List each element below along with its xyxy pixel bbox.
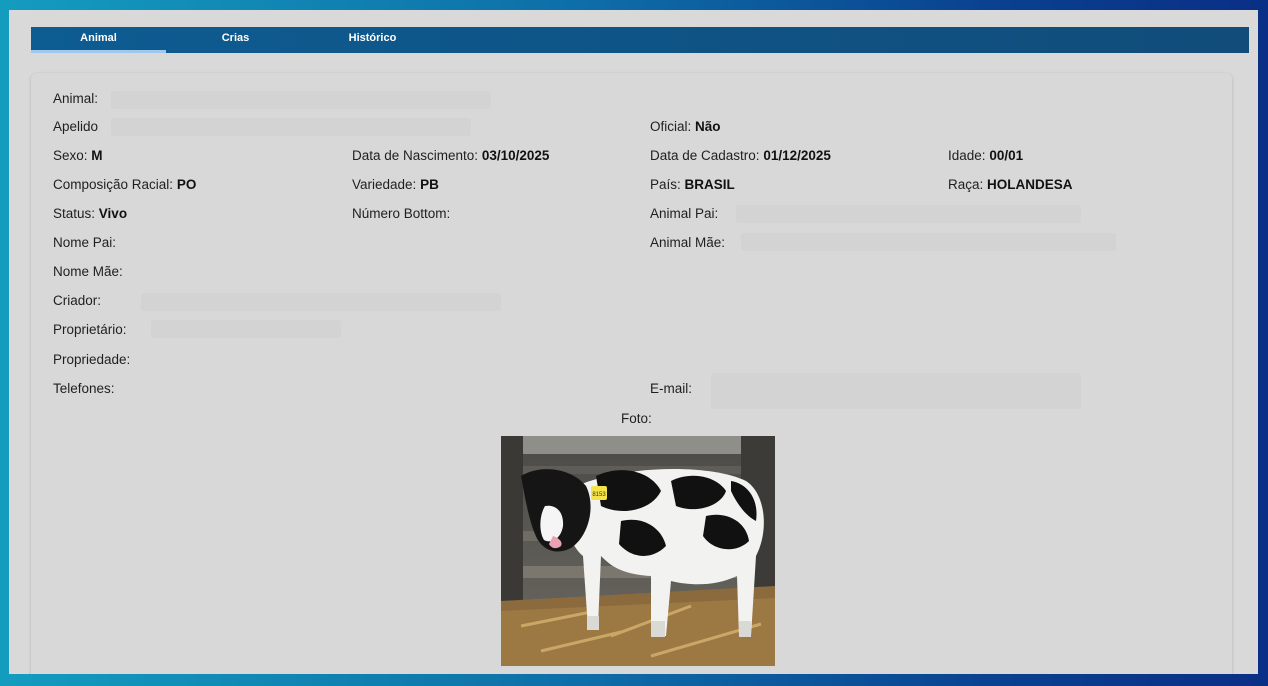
redacted-block: [151, 320, 341, 338]
field-apelido: Apelido: [53, 119, 99, 134]
field-nome-mae: Nome Mãe:: [53, 264, 123, 279]
field-pais: País: BRASIL: [650, 177, 735, 192]
field-nome-pai: Nome Pai:: [53, 235, 117, 250]
field-sexo: Sexo: M: [53, 148, 103, 163]
ear-tag-text: 8153: [592, 492, 606, 498]
field-data-cadastro: Data de Cadastro: 01/12/2025: [650, 148, 831, 163]
redacted-block: [111, 118, 471, 136]
redacted-block: [711, 373, 1081, 409]
redacted-block: [111, 91, 491, 109]
field-proprietario: Proprietário:: [53, 322, 127, 337]
redacted-block: [736, 205, 1081, 223]
tab-bar: Animal Crias Histórico: [31, 27, 1249, 53]
field-data-nascimento: Data de Nascimento: 03/10/2025: [352, 148, 550, 163]
field-animal-mae: Animal Mãe:: [650, 235, 726, 250]
app-window: Animal Crias Histórico Animal: Apelido O…: [9, 10, 1258, 674]
field-propriedade: Propriedade:: [53, 352, 131, 367]
field-animal-pai: Animal Pai:: [650, 206, 719, 221]
field-raca: Raça: HOLANDESA: [948, 177, 1073, 192]
animal-details-panel: Animal: Apelido Oficial: Não Sexo: M Dat…: [31, 73, 1232, 674]
field-oficial: Oficial: Não: [650, 119, 721, 134]
tab-animal[interactable]: Animal: [31, 27, 166, 53]
field-idade: Idade: 00/01: [948, 148, 1024, 163]
field-numero-bottom: Número Bottom:: [352, 206, 451, 221]
animal-photo[interactable]: 8153: [501, 436, 775, 666]
calf-photo-illustration: 8153: [501, 436, 775, 666]
field-variedade: Variedade: PB: [352, 177, 439, 192]
field-telefones: Telefones:: [53, 381, 115, 396]
redacted-block: [141, 293, 501, 311]
field-email: E-mail:: [650, 381, 693, 396]
redacted-block: [741, 233, 1116, 251]
field-animal: Animal:: [53, 91, 99, 106]
tab-crias[interactable]: Crias: [168, 27, 303, 53]
tab-historico[interactable]: Histórico: [305, 27, 440, 53]
field-criador: Criador:: [53, 293, 102, 308]
field-status: Status: Vivo: [53, 206, 128, 221]
photo-label: Foto:: [621, 411, 652, 426]
field-composicao-racial: Composição Racial: PO: [53, 177, 197, 192]
